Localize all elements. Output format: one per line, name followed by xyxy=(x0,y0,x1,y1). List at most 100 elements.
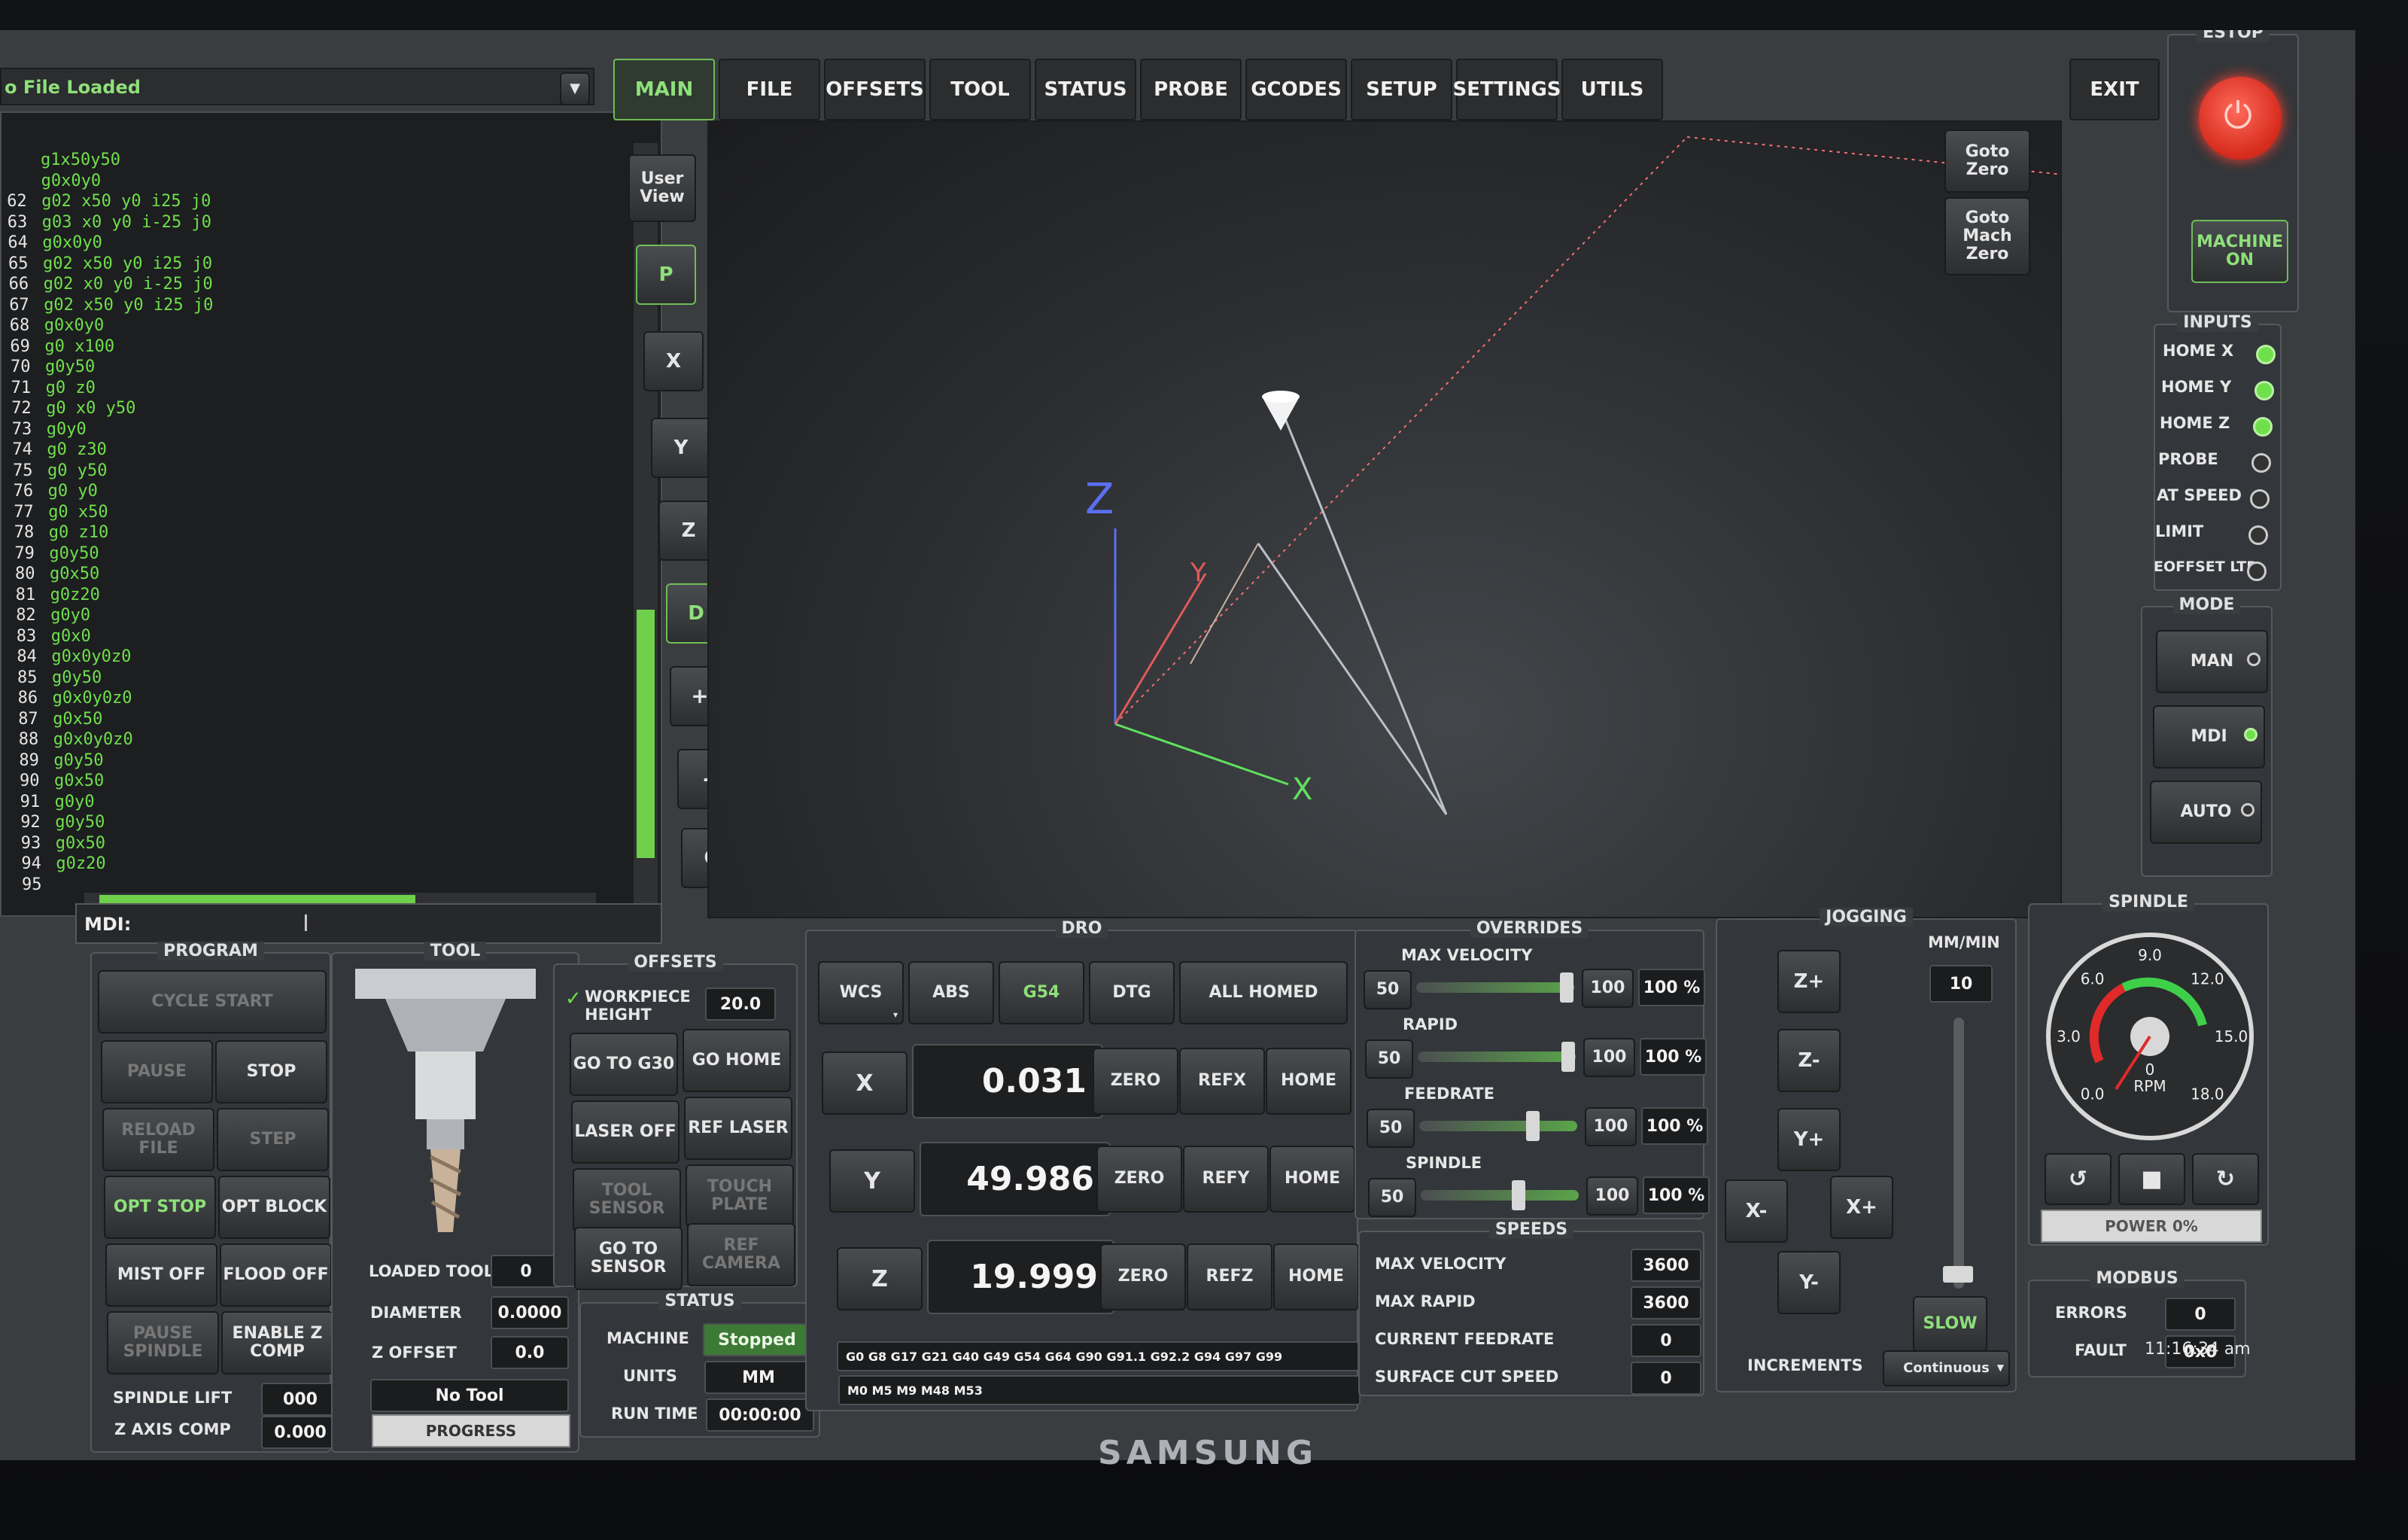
tool-sensor-button[interactable]: TOOL SENSOR xyxy=(573,1168,681,1231)
gcode-line[interactable]: 74 g0 z30 xyxy=(12,440,106,459)
pause-button[interactable]: PAUSE xyxy=(101,1040,213,1103)
enable-z-comp-button[interactable]: ENABLE Z COMP xyxy=(221,1311,333,1374)
gcode-preview-3d[interactable]: Z Y X Goto Zero Goto Mach Zero xyxy=(707,120,2062,918)
tab-file[interactable]: FILE xyxy=(719,59,820,120)
override-slider-track[interactable] xyxy=(1419,1121,1577,1131)
mode-mdi-button[interactable]: MDI xyxy=(2153,705,2265,768)
gcode-line[interactable]: 63 g03 x0 y0 i-25 j0 xyxy=(8,213,211,232)
override-slider-track[interactable] xyxy=(1416,982,1574,993)
mode-man-button[interactable]: MAN xyxy=(2156,630,2268,693)
gcode-line[interactable]: 65 g02 x50 y0 i25 j0 xyxy=(8,254,212,273)
exit-button[interactable]: EXIT xyxy=(2069,59,2160,120)
dro-axis-z-button[interactable]: Z xyxy=(837,1247,923,1310)
override-high-button[interactable]: 100 xyxy=(1582,969,1634,1008)
ref-z-button[interactable]: REFZ xyxy=(1187,1243,1272,1310)
zero-z-button[interactable]: ZERO xyxy=(1100,1243,1186,1310)
gcode-line[interactable]: 66 g02 x0 y0 i-25 j0 xyxy=(9,275,213,294)
spindle-stop-button[interactable]: ■ xyxy=(2118,1153,2185,1205)
pause-spindle-button[interactable]: PAUSE SPINDLE xyxy=(107,1311,219,1374)
gcode-line[interactable]: g1x50y50 xyxy=(6,151,120,169)
mdi-bar[interactable]: MDI: I xyxy=(75,903,662,944)
reload-file-button[interactable]: RELOAD FILE xyxy=(102,1108,214,1171)
home-z-button[interactable]: HOME xyxy=(1273,1243,1359,1310)
goto-zero-button[interactable]: Goto Zero xyxy=(1944,129,2030,193)
view-y-button[interactable]: Y xyxy=(651,418,711,478)
user-view-button[interactable]: User View xyxy=(628,154,696,222)
ref-y-button[interactable]: REFY xyxy=(1183,1146,1269,1213)
gcode-line[interactable]: 92 g0y50 xyxy=(20,813,105,832)
step-button[interactable]: STEP xyxy=(217,1108,329,1171)
override-slider-handle[interactable] xyxy=(1512,1180,1526,1210)
gcode-line[interactable]: 81 g0z20 xyxy=(16,586,100,604)
gcode-line[interactable]: g0x0y0 xyxy=(7,172,101,190)
ref-laser-button[interactable]: REF LASER xyxy=(684,1097,792,1160)
override-slider-handle[interactable] xyxy=(1559,972,1573,1003)
mist-button[interactable]: MIST OFF xyxy=(105,1243,217,1307)
wcs-button[interactable]: WCS ▾ xyxy=(818,961,904,1024)
gcode-line[interactable]: 72 g0 x0 y50 xyxy=(11,399,135,418)
gcode-line[interactable]: 95 xyxy=(22,875,56,894)
opt-stop-button[interactable]: OPT STOP xyxy=(104,1176,216,1239)
tab-status[interactable]: STATUS xyxy=(1035,59,1136,120)
gcode-line[interactable]: 88 g0x0y0z0 xyxy=(19,730,133,749)
machine-on-button[interactable]: MACHINE ON xyxy=(2191,220,2288,283)
jog-x-plus-button[interactable]: X+ xyxy=(1830,1176,1893,1239)
estop-button[interactable]: ⏻ xyxy=(2199,77,2282,160)
jog-rate-slider-handle[interactable] xyxy=(1943,1266,1973,1283)
override-low-button[interactable]: 50 xyxy=(1364,970,1412,1009)
gcode-line[interactable]: 84 g0x0y0z0 xyxy=(17,647,131,666)
ref-camera-button[interactable]: REF CAMERA xyxy=(687,1223,795,1286)
gcode-line[interactable]: 78 g0 z10 xyxy=(14,523,108,542)
tab-probe[interactable]: PROBE xyxy=(1140,59,1242,120)
tab-offsets[interactable]: OFFSETS xyxy=(824,59,926,120)
jog-z-minus-button[interactable]: Z- xyxy=(1777,1029,1841,1092)
tab-settings[interactable]: SETTINGS xyxy=(1452,59,1561,120)
override-slider-track[interactable] xyxy=(1418,1052,1576,1062)
override-low-button[interactable]: 50 xyxy=(1368,1178,1416,1217)
increments-select[interactable]: Continuous ▼ xyxy=(1883,1350,2010,1386)
gcode-line[interactable]: 67 g02 x50 y0 i25 j0 xyxy=(9,296,213,315)
gcode-list[interactable]: g1x50y50 g0x0y0 62 g02 x50 y0 i25 j0 63 g03 x… xyxy=(0,111,662,917)
override-slider-handle[interactable] xyxy=(1561,1042,1575,1072)
gcode-line[interactable]: 70 g0y50 xyxy=(11,358,95,376)
tab-gcodes[interactable]: GCODES xyxy=(1245,59,1347,120)
gcode-line[interactable]: 83 g0x0 xyxy=(17,627,91,646)
gcode-line[interactable]: 93 g0x50 xyxy=(21,834,105,853)
gcode-line[interactable]: 89 g0y50 xyxy=(19,751,103,770)
jog-slow-button[interactable]: SLOW xyxy=(1913,1296,1987,1352)
override-high-button[interactable]: 100 xyxy=(1583,1038,1635,1077)
stop-button[interactable]: STOP xyxy=(215,1040,327,1103)
g54-button[interactable]: G54 xyxy=(999,961,1084,1024)
gcode-line[interactable]: 79 g0y50 xyxy=(14,544,99,563)
override-low-button[interactable]: 50 xyxy=(1365,1039,1413,1079)
home-x-button[interactable]: HOME xyxy=(1266,1048,1351,1115)
cycle-start-button[interactable]: CYCLE START xyxy=(98,970,327,1033)
gcode-line[interactable]: 71 g0 z0 xyxy=(11,379,96,397)
gcode-line[interactable]: 85 g0y50 xyxy=(17,668,102,687)
gcode-line[interactable]: 69 g0 x100 xyxy=(10,337,114,356)
laser-off-button[interactable]: LASER OFF xyxy=(571,1100,680,1164)
gcode-line[interactable]: 91 g0y0 xyxy=(20,793,95,811)
gcode-line[interactable]: 75 g0 y50 xyxy=(13,461,107,480)
goto-mach-zero-button[interactable]: Goto Mach Zero xyxy=(1944,197,2030,275)
jog-z-plus-button[interactable]: Z+ xyxy=(1777,950,1841,1013)
view-p-button[interactable]: P xyxy=(636,245,696,305)
jog-rate-field[interactable]: 10 xyxy=(1929,965,1993,1003)
override-low-button[interactable]: 50 xyxy=(1367,1109,1415,1148)
gcode-line[interactable]: 80 g0x50 xyxy=(15,565,99,583)
gcode-line[interactable]: 68 g0x0y0 xyxy=(10,316,104,335)
ref-x-button[interactable]: REFX xyxy=(1179,1048,1265,1115)
dro-axis-x-button[interactable]: X xyxy=(822,1052,908,1115)
gcode-line[interactable]: 82 g0y0 xyxy=(16,606,90,625)
override-slider-track[interactable] xyxy=(1421,1190,1579,1201)
tab-main[interactable]: MAIN xyxy=(613,59,715,120)
zero-x-button[interactable]: ZERO xyxy=(1093,1048,1178,1115)
jog-x-minus-button[interactable]: X- xyxy=(1725,1179,1788,1243)
override-slider-handle[interactable] xyxy=(1526,1111,1540,1141)
home-y-button[interactable]: HOME xyxy=(1269,1146,1355,1213)
gcode-scroll-thumb[interactable] xyxy=(637,610,655,858)
tab-tool[interactable]: TOOL xyxy=(929,59,1031,120)
gcode-line[interactable]: 76 g0 y0 xyxy=(14,482,98,501)
override-high-button[interactable]: 100 xyxy=(1585,1107,1637,1146)
spindle-ccw-button[interactable]: ↺ xyxy=(2045,1153,2112,1205)
